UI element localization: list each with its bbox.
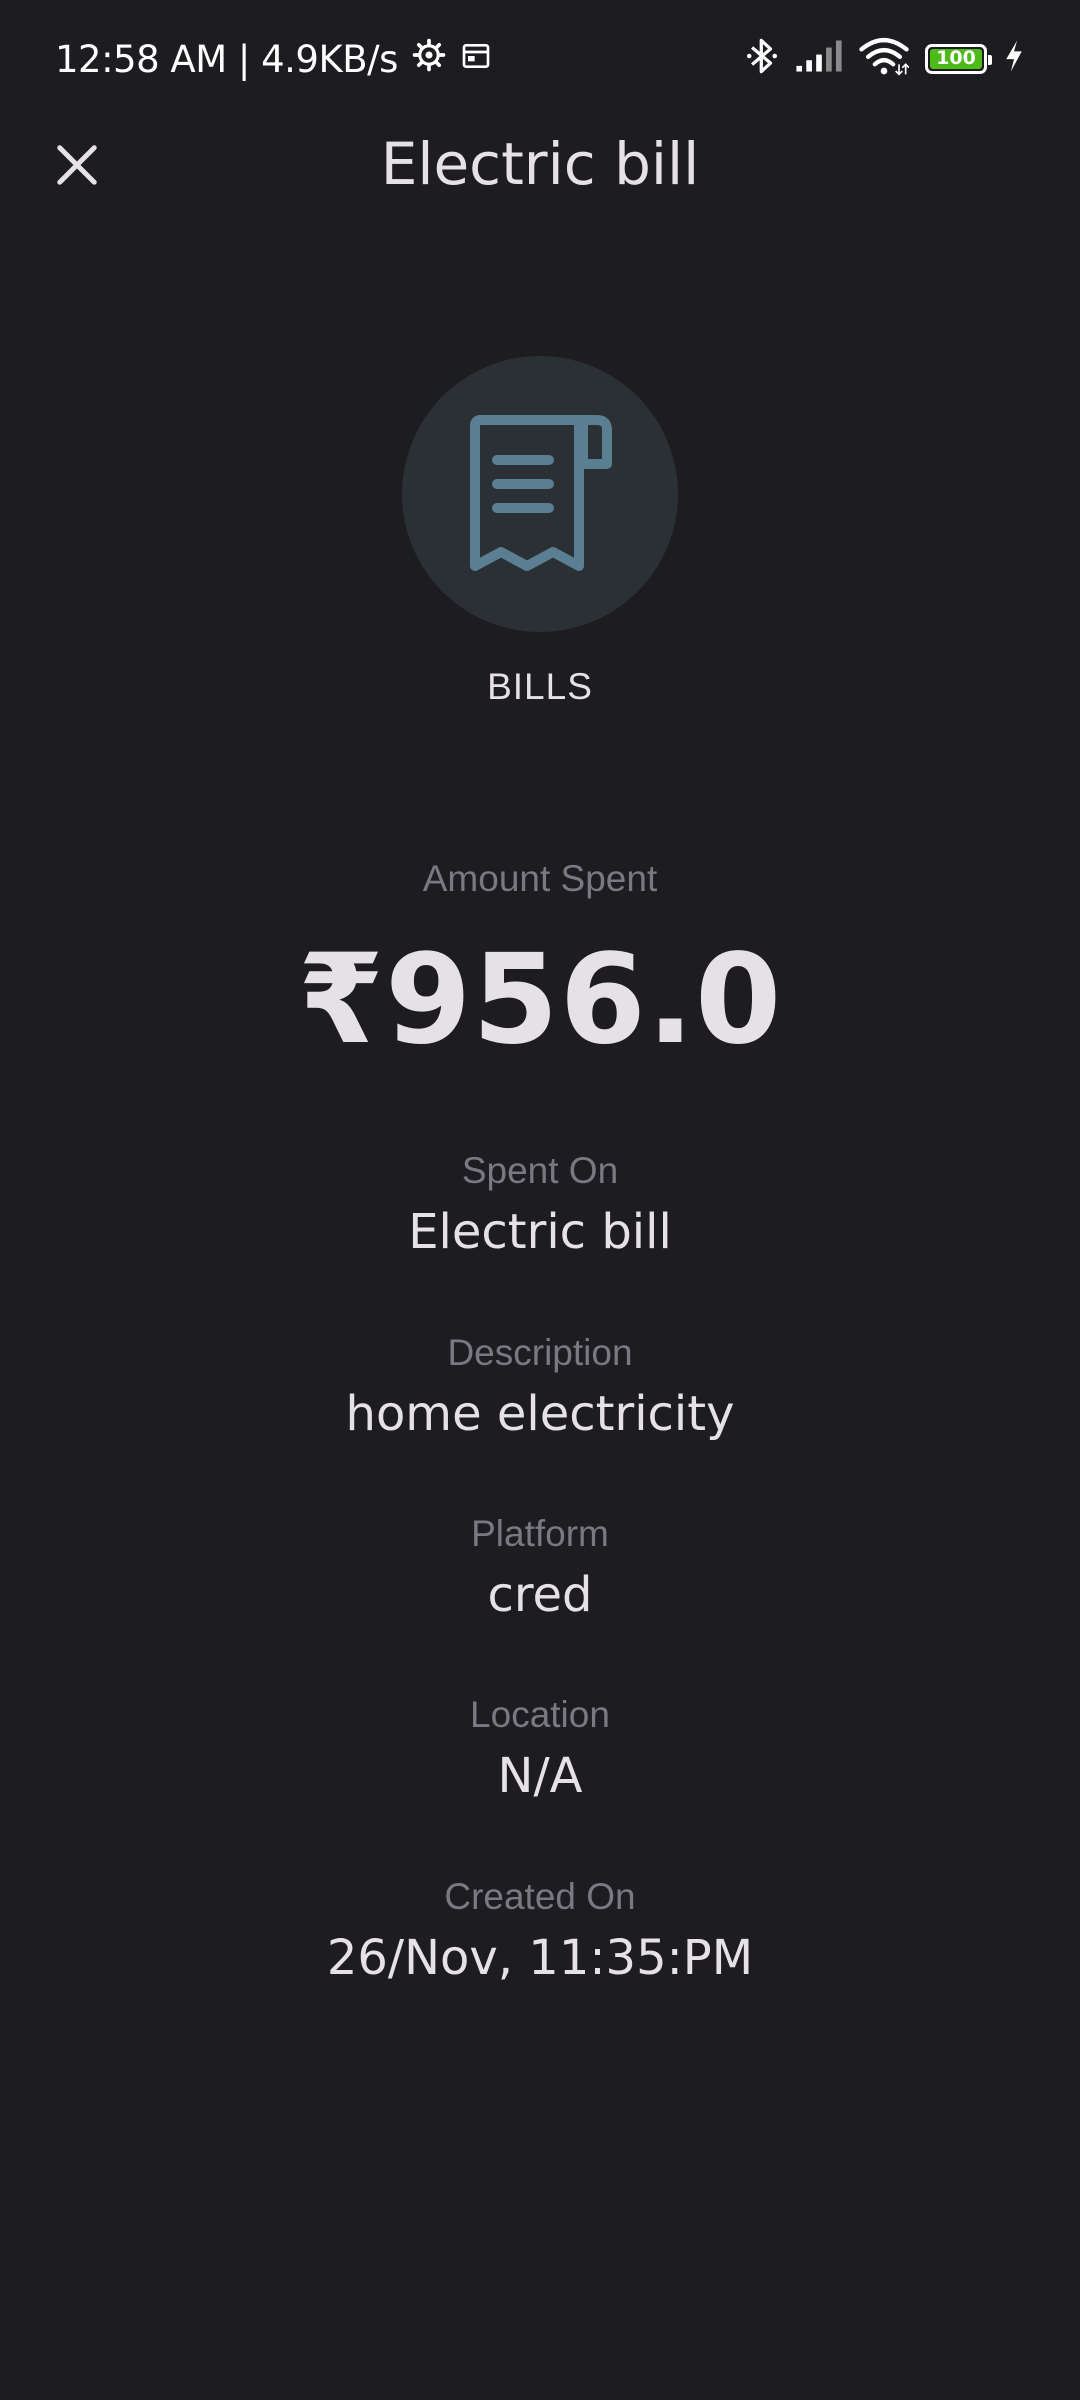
detail-label: Description — [447, 1332, 633, 1373]
page-title: Electric bill — [380, 130, 700, 198]
amount-value: ₹956.0 — [297, 928, 783, 1072]
status-bar: 12:58 AM | 4.9KB/s 100 — [0, 0, 1080, 120]
detail-label: Created On — [444, 1876, 636, 1917]
receipt-icon — [470, 415, 612, 571]
wifi-icon — [859, 36, 910, 81]
detail-description: Description home electricity — [0, 1330, 1080, 1444]
detail-label: Platform — [471, 1513, 609, 1554]
detail-value: cred — [487, 1567, 593, 1623]
status-bar-right: 100 — [745, 36, 1025, 81]
charging-bolt-icon — [1003, 39, 1025, 78]
detail-value: home electricity — [345, 1386, 735, 1442]
detail-value: N/A — [497, 1748, 583, 1804]
cellular-signal-icon — [795, 39, 843, 78]
detail-spent-on: Spent On Electric bill — [0, 1148, 1080, 1262]
battery-icon: 100 — [925, 43, 992, 74]
detail-value: 26/Nov, 11:35:PM — [326, 1930, 754, 1986]
status-time-speed: 12:58 AM | 4.9KB/s — [55, 38, 398, 81]
category-avatar — [402, 356, 678, 632]
amount-label: Amount Spent — [422, 858, 658, 899]
detail-label: Spent On — [461, 1150, 619, 1191]
detail-platform: Platform cred — [0, 1511, 1080, 1625]
status-bar-left: 12:58 AM | 4.9KB/s — [55, 38, 492, 81]
detail-location: Location N/A — [0, 1692, 1080, 1806]
calendar-icon — [460, 38, 492, 81]
bluetooth-icon — [745, 36, 779, 81]
detail-label: Location — [470, 1694, 610, 1735]
category-label: BILLS — [487, 666, 593, 707]
detail-created-on: Created On 26/Nov, 11:35:PM — [0, 1874, 1080, 1988]
detail-value: Electric bill — [408, 1204, 672, 1260]
battery-level: 100 — [930, 48, 982, 69]
settings-gear-icon — [412, 38, 446, 81]
